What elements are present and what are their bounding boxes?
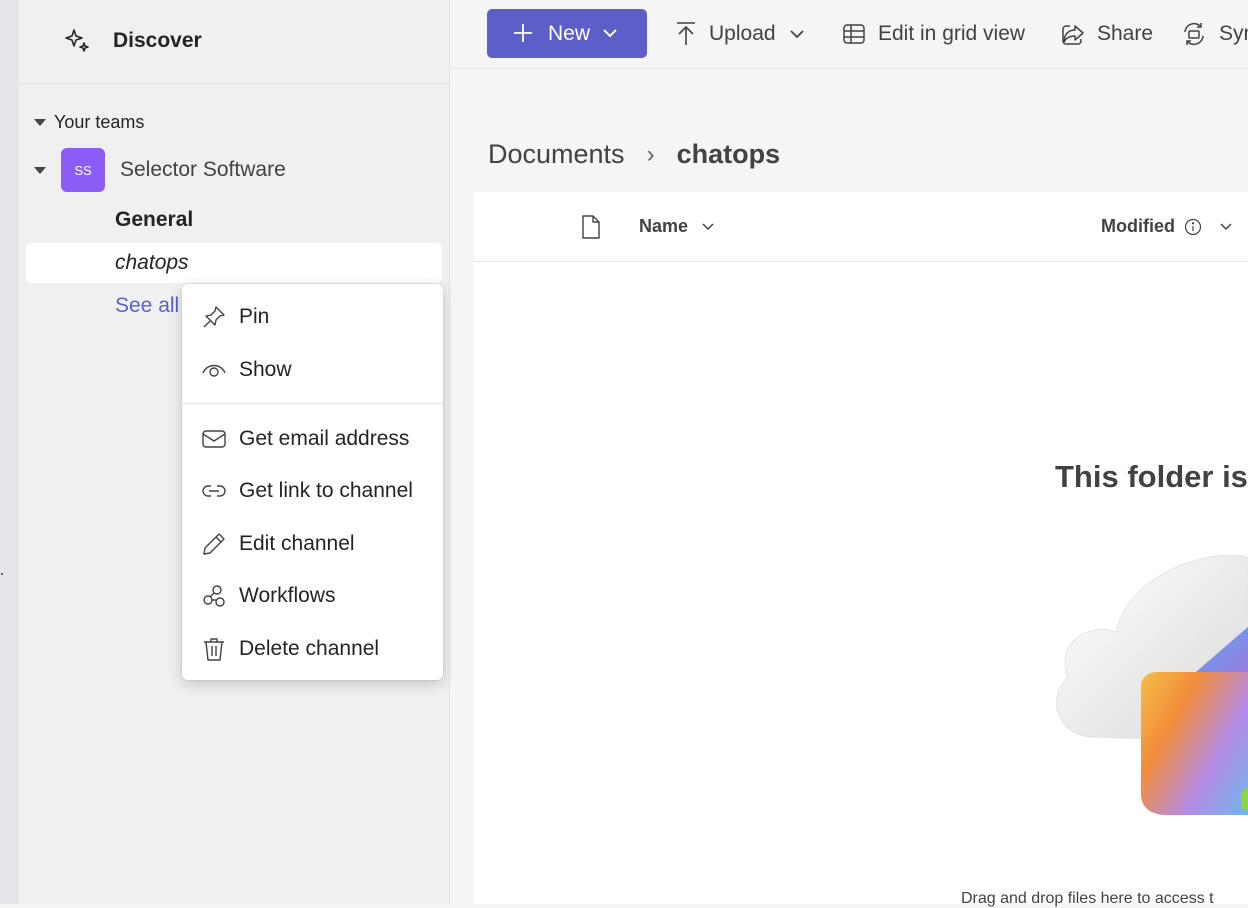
team-name: Selector Software [120,158,286,181]
column-modified[interactable]: Modified [1101,216,1175,237]
share-button[interactable]: Share [1061,18,1153,50]
chevron-down-icon [603,29,617,38]
menu-item-label: Edit channel [239,532,355,555]
menu-item-edit-channel[interactable]: Edit channel [182,519,443,567]
link-icon [202,485,226,497]
column-header-row: Name Modified [474,192,1248,262]
app-rail [0,0,19,904]
team-avatar: SS [61,148,105,192]
trash-icon [204,638,224,661]
menu-item-label: Get email address [239,427,410,450]
sync-button[interactable]: Syn [1181,18,1248,50]
upload-label: Upload [709,22,776,45]
chevron-right-icon: › [646,140,655,168]
channel-label: General [115,208,194,231]
workflows-icon [203,585,225,607]
menu-item-delete-channel[interactable]: Delete channel [182,624,443,672]
menu-item-label: Workflows [239,584,336,607]
file-type-icon[interactable] [580,214,602,240]
discover-item[interactable]: Discover [18,0,449,84]
menu-item-pin[interactable]: Pin [182,292,443,340]
breadcrumb-current: chatops [676,139,781,169]
sync-label: Syn [1219,22,1248,45]
menu-item-label: Pin [239,305,270,328]
info-icon[interactable] [1184,218,1202,236]
file-list-panel: Name Modified This folder is e [474,192,1248,907]
breadcrumb-documents[interactable]: Documents [488,139,625,170]
caret-down-icon [34,166,46,174]
chevron-down-icon [789,30,804,39]
menu-item-label: Delete channel [239,637,380,660]
upload-icon [677,22,695,45]
discover-label: Discover [113,29,202,52]
grid-icon [843,24,865,44]
menu-item-get-email[interactable]: Get email address [182,414,443,462]
new-label: New [548,22,591,45]
channel-context-menu: Pin Show Get email address Get link to c… [182,284,443,680]
empty-state-title: This folder is e [1055,459,1248,494]
menu-item-show[interactable]: Show [182,345,443,393]
menu-item-get-link[interactable]: Get link to channel [182,466,443,514]
share-label: Share [1097,22,1154,45]
menu-divider [182,403,443,404]
toolbar: New Upload Edit in grid view Share Syn [450,0,1248,69]
empty-folder-illustration [1056,554,1248,815]
sync-icon [1184,22,1204,46]
upload-button[interactable]: Upload [675,18,806,50]
plus-icon [514,24,532,42]
pencil-icon [203,533,225,555]
menu-item-label: Get link to channel [239,479,413,502]
caret-down-icon [34,118,46,126]
eye-icon [202,364,226,377]
chevron-down-icon[interactable] [1219,222,1233,232]
your-teams-header[interactable]: Your teams [34,110,144,134]
menu-item-workflows[interactable]: Workflows [182,571,443,619]
breadcrumb: Documents › chatops [488,139,780,170]
menu-item-label: Show [239,358,292,381]
channel-label: chatops [115,251,189,274]
column-name[interactable]: Name [639,216,688,237]
main-area: New Upload Edit in grid view Share Syn D… [450,0,1248,907]
grid-label: Edit in grid view [878,22,1026,45]
share-icon [1062,25,1084,45]
channel-general[interactable]: General [26,200,442,240]
edit-grid-view-button[interactable]: Edit in grid view [842,18,1025,50]
your-teams-label: Your teams [54,111,145,132]
new-button[interactable]: New [487,9,647,58]
see-all-link[interactable]: See all [115,294,179,318]
team-selector-software[interactable]: SS Selector Software [34,148,286,192]
empty-state-hint: Drag and drop files here to access t [961,890,1214,907]
pin-icon [203,306,225,328]
sparkle-icon [65,29,89,52]
rail-dot [1,573,3,575]
chevron-down-icon[interactable] [701,222,715,232]
mail-icon [202,430,226,448]
channel-chatops[interactable]: chatops [26,243,442,283]
